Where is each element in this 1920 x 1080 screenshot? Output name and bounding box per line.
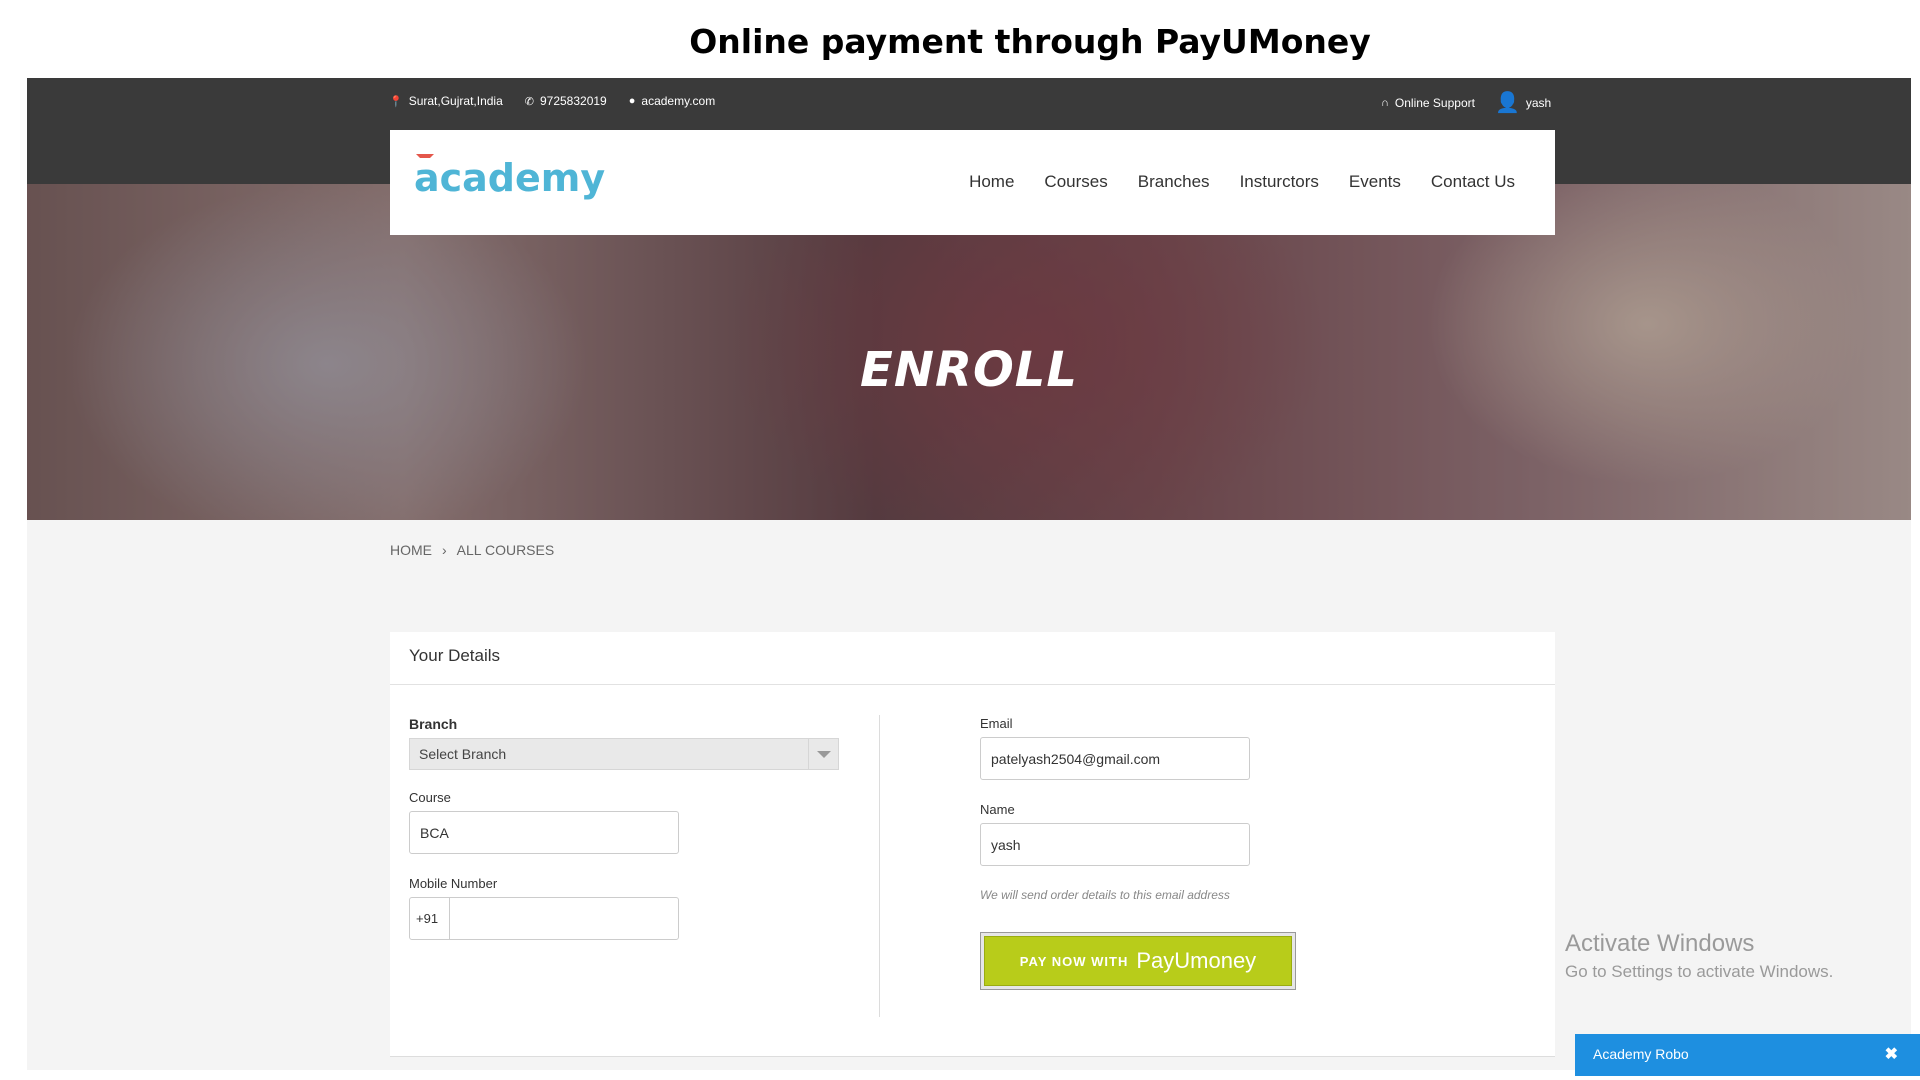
chevron-down-icon[interactable] (808, 739, 838, 769)
branch-select[interactable]: Select Branch (409, 738, 839, 770)
nav-home[interactable]: Home (969, 172, 1014, 192)
hero-title: ENROLL (860, 342, 1078, 398)
website-text[interactable]: academy.com (641, 94, 715, 108)
activate-windows-watermark: Activate Windows Go to Settings to activ… (1565, 930, 1833, 982)
globe-icon: ● (628, 95, 636, 107)
breadcrumb-separator: › (442, 542, 447, 558)
country-code: +91 (410, 898, 450, 939)
payumoney-logo: PayUmoney (1136, 948, 1257, 973)
pay-now-text: PAY NOW WITH (1019, 953, 1129, 969)
nav-branches[interactable]: Branches (1138, 172, 1210, 192)
location-text: Surat,Gujrat,India (408, 94, 503, 108)
headset-icon: ∩ (1381, 96, 1389, 109)
slide-title: Online payment through PayUMoney (689, 22, 1371, 61)
website-info[interactable]: ● academy.com (629, 94, 715, 108)
breadcrumb-current[interactable]: ALL COURSES (457, 542, 555, 558)
contact-info: 📍 Surat,Gujrat,India ✆ 9725832019 ● academy… (389, 94, 715, 108)
details-card: Your Details Branch Select Branch Course… (390, 632, 1555, 1057)
course-label: Course (409, 790, 451, 805)
location-info: 📍 Surat,Gujrat,India (389, 94, 503, 108)
close-icon[interactable]: ✖ (1885, 1044, 1898, 1064)
name-field[interactable]: yash (980, 823, 1250, 866)
logo-text: academy (414, 156, 606, 200)
email-hint: We will send order details to this email… (980, 888, 1230, 902)
breadcrumb: HOME › ALL COURSES (390, 542, 554, 558)
user-icon: 👤 (1494, 92, 1520, 114)
mobile-field: +91 (409, 897, 679, 940)
website-frame: 📍 Surat,Gujrat,India ✆ 9725832019 ● academy… (27, 78, 1911, 1070)
phone-text: 9725832019 (539, 94, 607, 108)
course-input[interactable]: BCA (409, 811, 679, 854)
nav-contact[interactable]: Contact Us (1431, 172, 1515, 192)
nav-courses[interactable]: Courses (1044, 172, 1107, 192)
phone-icon: ✆ (524, 95, 534, 108)
pay-now-button-face[interactable]: PAY NOW WITH PayUmoney (984, 936, 1292, 986)
form-right-column: Email patelyash2504@gmail.com Name yash … (980, 716, 1380, 990)
mobile-input[interactable] (450, 898, 678, 939)
logo-roof-icon (416, 154, 434, 162)
chat-widget-bar[interactable]: Academy Robo ✖ (1575, 1034, 1920, 1076)
nav-events[interactable]: Events (1349, 172, 1401, 192)
form-left-column: Branch Select Branch Course BCA Mobile N… (409, 716, 839, 940)
pay-now-button[interactable]: PAY NOW WITH PayUmoney (980, 932, 1296, 990)
site-logo[interactable]: academy (414, 154, 606, 200)
column-divider (879, 715, 880, 1017)
user-name[interactable]: yash (1526, 96, 1551, 110)
nav-instructors[interactable]: Insturctors (1240, 172, 1319, 192)
watermark-subtitle: Go to Settings to activate Windows. (1565, 962, 1834, 981)
user-menu[interactable]: 👤 yash (1495, 90, 1551, 115)
header-nav-box: academy Home Courses Branches Insturctor… (390, 130, 1555, 235)
main-nav: Home Courses Branches Insturctors Events… (969, 172, 1515, 192)
breadcrumb-home[interactable]: HOME (390, 542, 432, 558)
top-bar-right: ∩ Online Support 👤 yash (1381, 90, 1551, 115)
map-pin-icon: 📍 (389, 95, 403, 108)
branch-select-value: Select Branch (419, 746, 507, 762)
watermark-title: Activate Windows (1565, 930, 1755, 957)
email-field[interactable]: patelyash2504@gmail.com (980, 737, 1250, 780)
online-support-link[interactable]: ∩ Online Support (1381, 96, 1475, 110)
email-label: Email (980, 716, 1013, 731)
card-heading: Your Details (390, 632, 1555, 685)
mobile-label: Mobile Number (409, 876, 498, 891)
branch-label: Branch (409, 716, 458, 732)
name-label: Name (980, 802, 1015, 817)
chat-title[interactable]: Academy Robo (1593, 1046, 1689, 1062)
online-support-text[interactable]: Online Support (1395, 96, 1475, 110)
phone-info: ✆ 9725832019 (525, 94, 607, 108)
